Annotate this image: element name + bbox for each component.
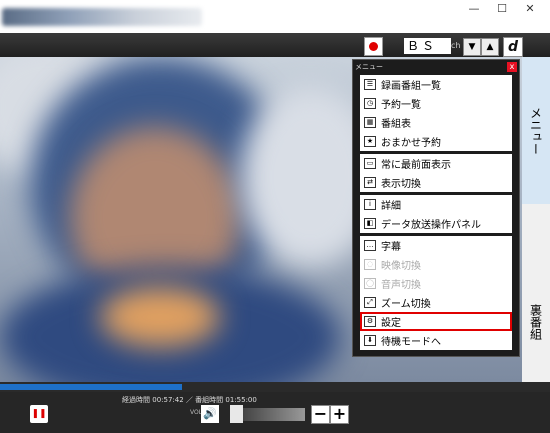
- speaker-icon[interactable]: 🔊: [201, 405, 219, 423]
- reverse-program-tab[interactable]: 裏番組: [522, 262, 550, 382]
- menu-item-label: 番組表: [381, 119, 411, 130]
- seek-bar-fill: [0, 384, 182, 390]
- menu-item-standby[interactable]: ⬇ 待機モードへ: [360, 331, 512, 350]
- auto-reserve-icon: ★: [364, 136, 376, 147]
- display-switch-icon: ⇄: [364, 177, 376, 188]
- minimize-button[interactable]: —: [462, 2, 486, 16]
- reservation-list-icon: ◷: [364, 98, 376, 109]
- zoom-in-button[interactable]: +: [330, 405, 349, 424]
- menu-item-label: 音声切換: [381, 280, 421, 291]
- menu-item-label: ズーム切換: [381, 299, 431, 310]
- menu-item-subtitle[interactable]: … 字幕: [360, 236, 512, 255]
- menu-tab[interactable]: メニュー: [522, 57, 550, 204]
- menu-item-label: おまかせ予約: [381, 138, 441, 149]
- video-switch-icon: ◌: [364, 259, 376, 270]
- volume-slider[interactable]: [243, 408, 305, 421]
- menu-popup: メニュー x ☰ 録画番組一覧 ◷ 予約一覧 ▦ 番組表 ★ おまかせ予約 ▭ 常に最前面表示 ⇄ 表…: [352, 59, 520, 357]
- menu-title: メニュー: [355, 63, 383, 71]
- zoom-out-button[interactable]: −: [311, 405, 330, 424]
- menu-item-label: 詳細: [381, 201, 401, 212]
- data-broadcast-d-button[interactable]: d: [503, 37, 523, 57]
- subtitle-icon: …: [364, 240, 376, 251]
- title-bar: — ☐ ✕: [0, 0, 550, 33]
- time-separator: ／: [185, 396, 193, 404]
- seek-bar[interactable]: [0, 382, 550, 392]
- menu-item-data-broadcast[interactable]: ◧ データ放送操作パネル: [360, 214, 512, 233]
- volume-slider-thumb[interactable]: [230, 405, 243, 423]
- menu-item-label: 待機モードへ: [381, 337, 441, 348]
- menu-item-always-on-top[interactable]: ▭ 常に最前面表示: [360, 154, 512, 173]
- menu-item-video-switch: ◌ 映像切換: [360, 255, 512, 274]
- menu-close-button[interactable]: x: [507, 62, 517, 72]
- duration-label: 番組時間: [195, 396, 224, 404]
- menu-item-label: 字幕: [381, 242, 401, 253]
- audio-switch-icon: ◯: [364, 278, 376, 289]
- menu-item-label: データ放送操作パネル: [381, 220, 481, 231]
- menu-item-program-guide[interactable]: ▦ 番組表: [360, 113, 512, 132]
- always-on-top-icon: ▭: [364, 158, 376, 169]
- menu-item-label: 録画番組一覧: [381, 81, 441, 92]
- menu-item-info[interactable]: i 詳細: [360, 195, 512, 214]
- menu-item-auto-reserve[interactable]: ★ おまかせ予約: [360, 132, 512, 151]
- menu-item-label: 予約一覧: [381, 100, 421, 111]
- side-panel: メニュー 裏番組: [522, 57, 550, 382]
- zoom-switch-icon: ⤢: [364, 297, 376, 308]
- program-guide-icon: ▦: [364, 117, 376, 128]
- record-button[interactable]: [364, 37, 383, 56]
- menu-item-label: 表示切換: [381, 179, 421, 190]
- menu-item-label: 常に最前面表示: [381, 160, 451, 171]
- close-button[interactable]: ✕: [518, 2, 542, 16]
- pause-icon: ❚❚: [31, 409, 47, 419]
- elapsed-time: 00:57:42: [152, 396, 184, 404]
- info-icon: i: [364, 199, 376, 210]
- menu-item-audio-switch: ◯ 音声切換: [360, 274, 512, 293]
- maximize-button[interactable]: ☐: [490, 2, 514, 16]
- channel-down-button[interactable]: ▼: [463, 38, 481, 56]
- menu-list: ☰ 録画番組一覧 ◷ 予約一覧 ▦ 番組表 ★ おまかせ予約 ▭ 常に最前面表示 ⇄ 表示切換 i 詳細 ◧…: [360, 75, 512, 350]
- time-info: 経過時間 00:57:42 ／ 番組時間 01:55:00: [122, 395, 257, 405]
- menu-item-settings[interactable]: ⚙ 設定: [360, 312, 512, 331]
- record-icon: [369, 42, 378, 51]
- window-title-blurred: [2, 8, 202, 26]
- list-icon: ☰: [364, 79, 376, 90]
- settings-icon: ⚙: [364, 316, 376, 327]
- elapsed-label: 経過時間: [122, 396, 150, 404]
- menu-item-label: 映像切換: [381, 261, 421, 272]
- menu-item-reservation-list[interactable]: ◷ 予約一覧: [360, 94, 512, 113]
- data-broadcast-icon: ◧: [364, 218, 376, 229]
- menu-item-display-switch[interactable]: ⇄ 表示切換: [360, 173, 512, 192]
- menu-item-label: 設定: [381, 318, 401, 329]
- pause-button[interactable]: ❚❚: [30, 405, 48, 423]
- menu-item-list[interactable]: ☰ 録画番組一覧: [360, 75, 512, 94]
- duration-time: 01:55:00: [225, 396, 257, 404]
- channel-display[interactable]: ＢＳ: [404, 38, 451, 54]
- standby-icon: ⬇: [364, 335, 376, 346]
- menu-item-zoom-switch[interactable]: ⤢ ズーム切換: [360, 293, 512, 312]
- ch-label: ch: [451, 41, 461, 50]
- channel-up-button[interactable]: ▲: [481, 38, 499, 56]
